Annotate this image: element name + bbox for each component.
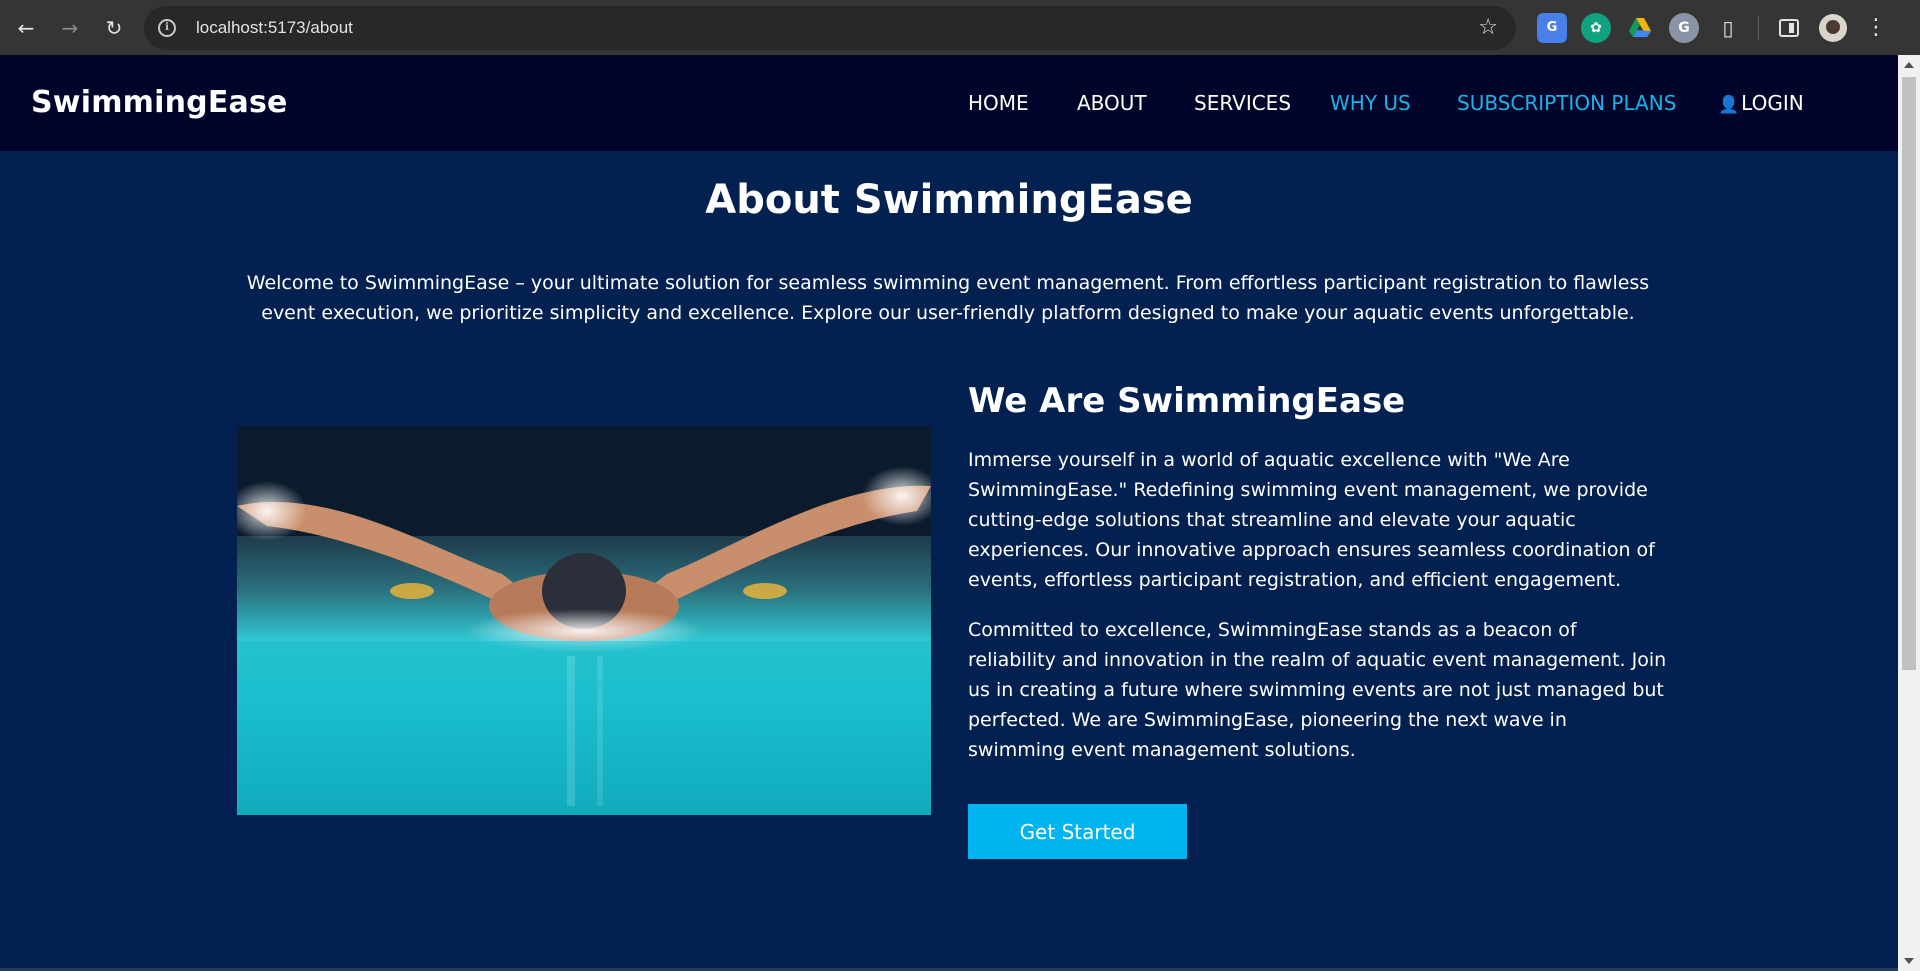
google-translate-icon[interactable]: G (1537, 12, 1567, 43)
page-scrollbar[interactable] (1898, 55, 1920, 971)
page-viewport: SwimmingEase HOME ABOUT SERVICES WHY US … (0, 55, 1898, 971)
puzzle-icon[interactable]: ▯ (1713, 13, 1743, 43)
page-title: About SwimmingEase (705, 177, 1193, 223)
intro-text: Welcome to SwimmingEase – your ultimate … (246, 272, 1650, 324)
get-started-button[interactable]: Get Started (968, 804, 1187, 859)
back-arrow-icon[interactable]: ← (4, 6, 48, 50)
google-drive-icon[interactable] (1625, 13, 1655, 43)
browser-toolbar: ← → ↻ i localhost:5173/about ☆ G ✿ G ▯ ⋮ (0, 0, 1920, 55)
extensions-bar: G ✿ G ▯ ⋮ (1530, 12, 1887, 43)
nav-home[interactable]: HOME (968, 91, 1029, 115)
grammarly-icon[interactable]: G (1669, 12, 1699, 43)
scroll-down-icon[interactable] (1904, 958, 1914, 964)
forward-arrow-icon[interactable]: → (48, 6, 92, 50)
reload-icon[interactable]: ↻ (92, 6, 136, 50)
kebab-menu-icon[interactable]: ⋮ (1865, 15, 1887, 40)
main-nav: HOME ABOUT SERVICES WHY US SUBSCRIPTION … (0, 91, 1898, 121)
address-bar[interactable]: i localhost:5173/about ☆ (144, 5, 1516, 50)
about-paragraph-1: Immerse yourself in a world of aquatic e… (968, 449, 1655, 591)
star-icon[interactable]: ☆ (1478, 15, 1498, 40)
nav-subscription-plans[interactable]: SUBSCRIPTION PLANS (1457, 91, 1676, 115)
chatgpt-icon[interactable]: ✿ (1581, 12, 1611, 43)
site-header: SwimmingEase HOME ABOUT SERVICES WHY US … (0, 55, 1898, 151)
side-panel-icon[interactable] (1779, 18, 1799, 37)
scroll-thumb[interactable] (1902, 77, 1916, 670)
section-title: We Are SwimmingEase (968, 381, 1406, 421)
about-paragraph-2: Committed to excellence, SwimmingEase st… (968, 619, 1667, 761)
nav-login-label: LOGIN (1741, 91, 1804, 115)
avatar[interactable] (1819, 13, 1847, 42)
nav-about[interactable]: ABOUT (1077, 91, 1147, 115)
swimmer-image (237, 426, 931, 815)
nav-login[interactable]: 👤 LOGIN (1718, 91, 1804, 115)
nav-why-us[interactable]: WHY US (1330, 91, 1411, 115)
url-text[interactable]: localhost:5173/about (196, 18, 353, 38)
nav-services[interactable]: SERVICES (1194, 91, 1291, 115)
toolbar-divider (1758, 15, 1759, 40)
site-info-icon[interactable]: i (158, 18, 176, 37)
scroll-up-icon[interactable] (1904, 62, 1914, 68)
user-icon: 👤 (1718, 95, 1740, 115)
